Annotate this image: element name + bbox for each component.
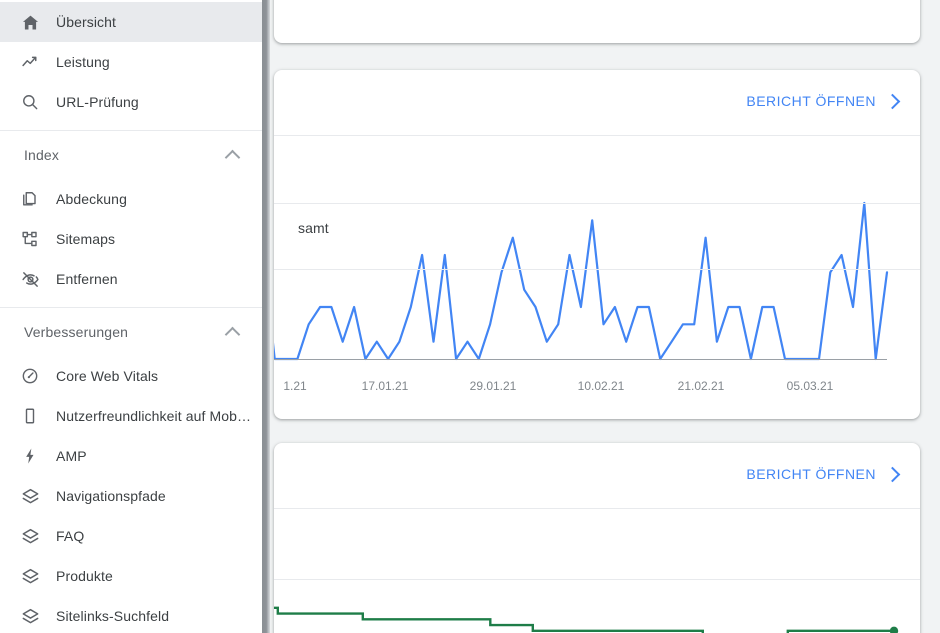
performance-card-header: BERICHT ÖFFNEN	[274, 70, 920, 136]
x-axis-tick-label: 05.03.21	[786, 379, 834, 393]
sidebar-item-nutzerfreundlichkeit-auf-mob[interactable]: Nutzerfreundlichkeit auf Mob…	[0, 396, 262, 436]
coverage-plot-area	[274, 556, 920, 633]
sidebar-item-label: Übersicht	[56, 14, 117, 30]
x-axis-tick-label: 10.02.21	[577, 379, 625, 393]
performance-open-report-link[interactable]: BERICHT ÖFFNEN	[746, 93, 901, 110]
sidebar-item-label: Entfernen	[56, 271, 118, 287]
performance-line-series	[274, 201, 889, 361]
performance-plot-area	[274, 183, 920, 373]
sidebar-item-label: URL-Prüfung	[56, 94, 139, 110]
sidebar-item-label: Sitelinks-Suchfeld	[56, 608, 170, 624]
gridline	[274, 579, 920, 580]
gridline	[274, 269, 920, 270]
bolt-icon	[19, 445, 41, 467]
performance-chart: 1.21 17.01.21 29.01.21 10.02.21 21.02.21 05.0…	[274, 183, 920, 419]
layers-icon	[19, 605, 41, 627]
sidebar-item-leistung[interactable]: Leistung	[0, 42, 262, 82]
layers-icon	[19, 525, 41, 547]
sidebar-section-title: Verbesserungen	[24, 324, 129, 340]
coverage-end-point-marker	[889, 626, 899, 633]
sidebar-item-label: Nutzerfreundlichkeit auf Mob…	[56, 408, 252, 424]
coverage-line-series	[274, 606, 899, 633]
mobile-icon	[19, 405, 41, 427]
main-content: BERICHT ÖFFNEN samt 1.21 17.01.21 29.01.21…	[270, 0, 940, 633]
sidebar-item-core-web-vitals[interactable]: Core Web Vitals	[0, 356, 262, 396]
sidebar-item-sitelinks-suchfeld[interactable]: Sitelinks-Suchfeld	[0, 596, 262, 633]
trending-up-icon	[19, 51, 41, 73]
layers-icon	[19, 565, 41, 587]
sitemap-icon	[19, 228, 41, 250]
eye-off-icon	[19, 268, 41, 290]
chevron-up-icon	[224, 149, 241, 165]
home-icon	[19, 11, 41, 33]
x-axis-tick-label: 21.02.21	[677, 379, 725, 393]
sidebar-item-navigationspfade[interactable]: Navigationspfade	[0, 476, 262, 516]
coverage-card: BERICHT ÖFFNEN tige Seiten	[274, 443, 920, 633]
sidebar-item-amp[interactable]: AMP	[0, 436, 262, 476]
chevron-up-icon	[224, 326, 241, 342]
sidebar-item-abdeckung[interactable]: Abdeckung	[0, 179, 262, 219]
sidebar-resize-handle[interactable]	[262, 0, 270, 633]
sidebar-item-label: Leistung	[56, 54, 110, 70]
layers-icon	[19, 485, 41, 507]
sidebar-item-label: FAQ	[56, 528, 85, 544]
x-axis-tick-label: 29.01.21	[469, 379, 517, 393]
sidebar-section-title: Index	[24, 147, 59, 163]
sidebar-section-header-enhancements[interactable]: Verbesserungen	[0, 308, 262, 356]
coverage-card-header: BERICHT ÖFFNEN	[274, 443, 920, 509]
app-root: BERICHT ÖFFNEN samt 1.21 17.01.21 29.01.21…	[0, 0, 940, 633]
sidebar-item-label: Sitemaps	[56, 231, 116, 247]
copy-pages-icon	[19, 188, 41, 210]
sidebar-section-index: Index Abdeckung Sitemaps Entfernen	[0, 131, 262, 308]
sidebar-item-label: Produkte	[56, 568, 113, 584]
search-icon	[19, 91, 41, 113]
performance-x-axis: 1.21 17.01.21 29.01.21 10.02.21 21.02.21 05.0…	[274, 379, 920, 399]
card-above-partial	[274, 0, 920, 43]
performance-open-report-label: BERICHT ÖFFNEN	[746, 93, 876, 109]
performance-card: BERICHT ÖFFNEN samt 1.21 17.01.21 29.01.21…	[274, 70, 920, 419]
sidebar-item-url-pruefung[interactable]: URL-Prüfung	[0, 82, 262, 122]
x-axis-line	[274, 359, 887, 360]
coverage-open-report-label: BERICHT ÖFFNEN	[746, 466, 876, 482]
sidebar-item-uebersicht[interactable]: Übersicht	[0, 2, 262, 42]
x-axis-tick-label: 17.01.21	[361, 379, 409, 393]
chevron-right-icon	[884, 93, 901, 110]
coverage-open-report-link[interactable]: BERICHT ÖFFNEN	[746, 466, 901, 483]
speedometer-icon	[19, 365, 41, 387]
chevron-right-icon	[884, 466, 901, 483]
coverage-chart	[274, 556, 920, 633]
sidebar-item-label: Core Web Vitals	[56, 368, 159, 384]
sidebar-section-primary: Übersicht Leistung URL-Prüfung	[0, 0, 262, 131]
sidebar-item-label: Abdeckung	[56, 191, 127, 207]
sidebar-item-faq[interactable]: FAQ	[0, 516, 262, 556]
sidebar-item-sitemaps[interactable]: Sitemaps	[0, 219, 262, 259]
sidebar-nav: Übersicht Leistung URL-Prüfung Index Abdecku…	[0, 0, 262, 633]
sidebar-section-enhancements: Verbesserungen Core Web Vitals Nutzerfreun…	[0, 308, 262, 633]
x-axis-tick-label: 1.21	[283, 379, 307, 393]
sidebar-item-produkte[interactable]: Produkte	[0, 556, 262, 596]
sidebar-section-header-index[interactable]: Index	[0, 131, 262, 179]
sidebar-item-label: Navigationspfade	[56, 488, 166, 504]
gridline	[274, 203, 920, 204]
sidebar-item-entfernen[interactable]: Entfernen	[0, 259, 262, 299]
sidebar-item-label: AMP	[56, 448, 87, 464]
